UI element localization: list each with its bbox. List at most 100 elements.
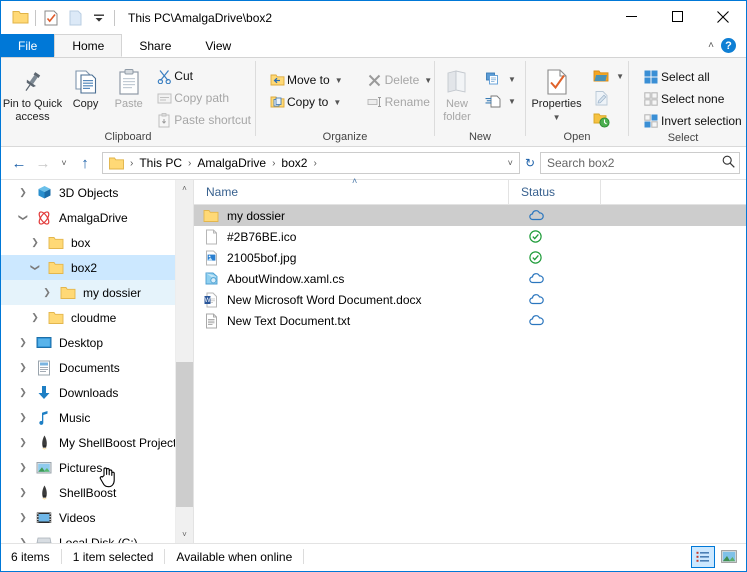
- history-button[interactable]: [587, 109, 628, 131]
- expander-collapsed-icon[interactable]: ❯: [13, 462, 33, 473]
- tab-view[interactable]: View: [188, 34, 248, 57]
- scroll-down-button[interactable]: ˅: [176, 526, 193, 543]
- tree-item-local-disk-c[interactable]: ❯ Local Disk (C:): [1, 530, 193, 543]
- table-row[interactable]: #2B76BE.ico: [194, 226, 746, 247]
- qat-properties-icon[interactable]: [39, 6, 63, 30]
- forward-button[interactable]: →: [31, 151, 55, 175]
- breadcrumb-root-folder-icon[interactable]: [107, 157, 126, 170]
- delete-button[interactable]: Delete ▼: [361, 69, 437, 91]
- properties-chevron-down-icon[interactable]: ▼: [553, 111, 561, 124]
- search-box[interactable]: Search box2: [540, 152, 740, 174]
- delete-chevron-down-icon[interactable]: ▼: [424, 76, 432, 85]
- table-row[interactable]: 21005bof.jpg: [194, 247, 746, 268]
- cut-button[interactable]: Cut: [150, 65, 255, 87]
- pin-to-quick-access-button[interactable]: Pin to Quick access: [1, 62, 64, 124]
- close-button[interactable]: [700, 1, 746, 32]
- expander-collapsed-icon[interactable]: ❯: [13, 387, 33, 398]
- column-header-name[interactable]: Name ˄: [194, 176, 508, 204]
- table-row[interactable]: my dossier: [194, 205, 746, 226]
- open-button[interactable]: ▼: [587, 65, 628, 87]
- copy-to-button[interactable]: Copy to ▼: [263, 91, 347, 113]
- expander-collapsed-icon[interactable]: ❯: [13, 337, 33, 348]
- new-item-button[interactable]: ▼: [479, 68, 520, 90]
- tree-item-videos[interactable]: ❯ Videos: [1, 505, 193, 530]
- breadcrumb-separator-2[interactable]: ›: [268, 158, 279, 169]
- copy-path-button[interactable]: Copy path: [150, 87, 255, 109]
- open-chevron-down-icon[interactable]: ▼: [616, 72, 624, 81]
- recent-locations-button[interactable]: ˅: [55, 151, 73, 175]
- tree-item-my-shellboost-project[interactable]: ❯ My ShellBoost Project: [1, 430, 193, 455]
- expander-collapsed-icon[interactable]: ❯: [13, 487, 33, 498]
- minimize-button[interactable]: [608, 1, 654, 32]
- navigation-pane-scrollbar[interactable]: ˄ ˅: [175, 180, 193, 543]
- tree-item-music[interactable]: ❯ Music: [1, 405, 193, 430]
- expander-collapsed-icon[interactable]: ❯: [25, 312, 45, 323]
- tree-item-downloads[interactable]: ❯ Downloads: [1, 380, 193, 405]
- qat-new-folder-icon[interactable]: [63, 6, 87, 30]
- tab-share[interactable]: Share: [122, 34, 188, 57]
- breadcrumb-this-pc[interactable]: This PC: [137, 156, 184, 170]
- expander-collapsed-icon[interactable]: ❯: [13, 512, 33, 523]
- help-icon[interactable]: ?: [721, 38, 736, 53]
- search-input[interactable]: Search box2: [547, 156, 722, 170]
- expander-collapsed-icon[interactable]: ❯: [37, 287, 57, 298]
- invert-selection-button[interactable]: Invert selection: [637, 110, 746, 132]
- paste-shortcut-button[interactable]: Paste shortcut: [150, 109, 255, 131]
- breadcrumb-amalgadrive[interactable]: AmalgaDrive: [195, 156, 268, 170]
- refresh-button[interactable]: ↻: [523, 156, 540, 170]
- tree-item-pictures[interactable]: ❯ Pictures: [1, 455, 193, 480]
- paste-button[interactable]: Paste: [107, 62, 150, 111]
- breadcrumb-separator-1[interactable]: ›: [184, 158, 195, 169]
- tree-item-amalgadrive[interactable]: ❯ AmalgaDrive: [1, 205, 193, 230]
- edit-button[interactable]: [587, 87, 628, 109]
- easy-access-chevron-down-icon[interactable]: ▼: [508, 97, 516, 106]
- expander-collapsed-icon[interactable]: ❯: [13, 412, 33, 423]
- search-icon[interactable]: [722, 155, 735, 171]
- tree-item-documents[interactable]: ❯ Documents: [1, 355, 193, 380]
- expander-expanded-icon[interactable]: ❯: [18, 208, 29, 228]
- copy-to-chevron-down-icon[interactable]: ▼: [333, 98, 341, 107]
- column-header-status[interactable]: Status: [508, 180, 600, 204]
- select-all-button[interactable]: Select all: [637, 66, 746, 88]
- table-row[interactable]: AboutWindow.xaml.cs: [194, 268, 746, 289]
- qat-folder-icon[interactable]: [8, 6, 32, 30]
- details-view-button[interactable]: [691, 545, 715, 568]
- move-to-button[interactable]: Move to ▼: [263, 69, 347, 91]
- tree-item-desktop[interactable]: ❯ Desktop: [1, 330, 193, 355]
- large-icons-view-button[interactable]: [718, 547, 740, 567]
- tree-item-box[interactable]: ❯ box: [1, 230, 193, 255]
- address-dropdown-icon[interactable]: ˅: [504, 158, 517, 168]
- tab-file[interactable]: File: [1, 34, 55, 57]
- breadcrumb-bar[interactable]: › This PC › AmalgaDrive › box2 › ˅: [102, 152, 520, 174]
- back-button[interactable]: ←: [7, 151, 31, 175]
- easy-access-button[interactable]: ▼: [479, 90, 520, 112]
- breadcrumb-separator-3[interactable]: ›: [309, 158, 320, 169]
- breadcrumb-box2[interactable]: box2: [279, 156, 309, 170]
- rename-button[interactable]: Rename: [361, 91, 437, 113]
- maximize-button[interactable]: [654, 1, 700, 32]
- up-button[interactable]: ↑: [73, 151, 97, 175]
- tree-item-cloudme[interactable]: ❯ cloudme: [1, 305, 193, 330]
- expander-collapsed-icon[interactable]: ❯: [13, 187, 33, 198]
- new-item-chevron-down-icon[interactable]: ▼: [508, 75, 516, 84]
- new-folder-button[interactable]: New folder: [435, 62, 479, 124]
- expander-expanded-icon[interactable]: ❯: [30, 258, 41, 278]
- expander-collapsed-icon[interactable]: ❯: [13, 362, 33, 373]
- table-row[interactable]: New Text Document.txt: [194, 310, 746, 331]
- tree-item-shellboost[interactable]: ❯ ShellBoost: [1, 480, 193, 505]
- select-none-button[interactable]: Select none: [637, 88, 746, 110]
- tab-home[interactable]: Home: [54, 34, 123, 57]
- table-row[interactable]: W New Microsoft Word Document.docx: [194, 289, 746, 310]
- qat-customize-dropdown-icon[interactable]: [87, 6, 111, 30]
- copy-button[interactable]: Copy: [64, 62, 107, 111]
- tree-item-my-dossier[interactable]: ❯ my dossier: [1, 280, 193, 305]
- scrollbar-thumb[interactable]: [176, 362, 193, 507]
- scroll-up-button[interactable]: ˄: [176, 180, 193, 197]
- expander-collapsed-icon[interactable]: ❯: [25, 237, 45, 248]
- tree-item-3d-objects[interactable]: ❯ 3D Objects: [1, 180, 193, 205]
- collapse-ribbon-icon[interactable]: ˄: [708, 40, 714, 51]
- properties-button[interactable]: Properties ▼: [526, 62, 587, 124]
- move-to-chevron-down-icon[interactable]: ▼: [335, 76, 343, 85]
- tree-item-box2[interactable]: ❯ box2: [1, 255, 193, 280]
- expander-collapsed-icon[interactable]: ❯: [13, 437, 33, 448]
